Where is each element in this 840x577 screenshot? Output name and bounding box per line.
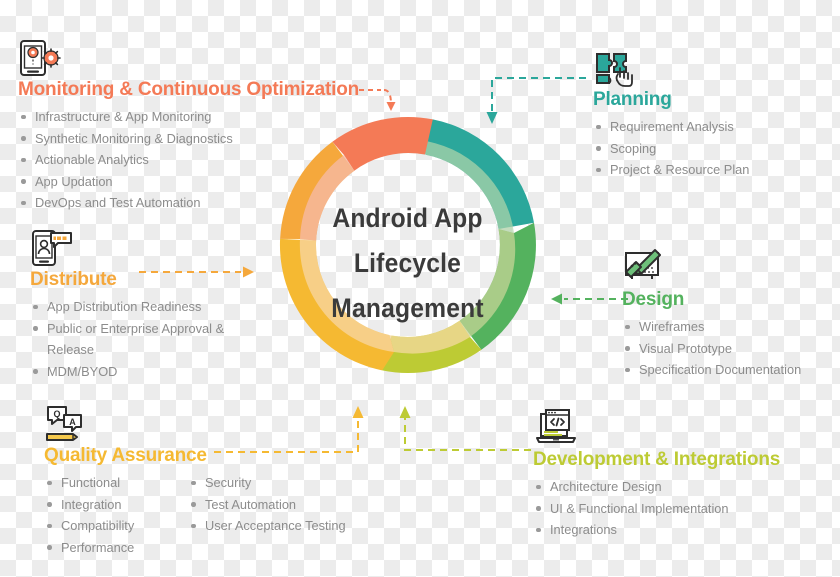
list-item: Requirement Analysis xyxy=(593,116,749,138)
list-item: Compatibility xyxy=(44,515,170,537)
connector-monitoring xyxy=(359,89,396,111)
list-item: Actionable Analytics xyxy=(18,149,359,171)
section-title-distribute: Distribute xyxy=(30,269,117,290)
list-item-continuation: Release xyxy=(47,342,94,357)
list-item: Functional xyxy=(44,472,170,494)
list-item: Infrastructure & App Monitoring xyxy=(18,106,359,128)
section-title-planning: Planning xyxy=(593,89,672,110)
svg-text:Q: Q xyxy=(53,409,60,419)
qa-bubbles-pencil-icon: Q A xyxy=(44,404,90,444)
section-title-design: Design xyxy=(622,289,685,310)
connector-planning xyxy=(486,77,586,124)
list-item: Security xyxy=(188,472,346,494)
bullet-list-planning: Requirement Analysis Scoping Project & R… xyxy=(593,116,749,181)
list-item: Project & Resource Plan xyxy=(593,159,749,181)
list-item: Test Automation xyxy=(188,494,346,516)
svg-text:A: A xyxy=(69,417,76,427)
list-item: DevOps and Test Automation xyxy=(18,192,359,214)
list-item: App Distribution Readiness xyxy=(30,296,270,318)
phone-gears-icon xyxy=(18,38,64,78)
section-quality: Q A Quality Assurance Functional Integra… xyxy=(44,404,346,558)
puzzle-hand-icon xyxy=(593,48,639,88)
connector-development xyxy=(399,406,531,451)
bullet-list-quality-col1: Functional Integration Compatibility Per… xyxy=(44,472,170,558)
list-item: Visual Prototype xyxy=(622,338,801,360)
list-item: Scoping xyxy=(593,138,749,160)
list-item: Specification Documentation xyxy=(622,359,801,381)
list-item: Integration xyxy=(44,494,170,516)
list-item: User Acceptance Testing xyxy=(188,515,346,537)
list-item: UI & Functional Implementation xyxy=(533,498,780,520)
list-item: MDM/BYOD xyxy=(30,361,270,383)
bullet-list-quality-col2: Security Test Automation User Acceptance… xyxy=(188,472,346,558)
bullet-list-monitoring: Infrastructure & App Monitoring Syntheti… xyxy=(18,106,359,214)
list-item: Public or Enterprise Approval & xyxy=(30,318,270,340)
list-item: Synthetic Monitoring & Diagnostics xyxy=(18,128,359,150)
bullet-list-design: Wireframes Visual Prototype Specificatio… xyxy=(622,316,801,381)
list-item: App Updation xyxy=(18,171,359,193)
section-monitoring: Monitoring & Continuous Optimization Inf… xyxy=(18,38,359,214)
connector-design xyxy=(551,293,628,305)
section-title-monitoring: Monitoring & Continuous Optimization xyxy=(18,79,360,100)
bullet-list-distribute: App Distribution Readiness Public or Ent… xyxy=(30,296,270,382)
infographic-canvas: Android App Lifecycle Management Monitor… xyxy=(0,0,840,577)
list-item: Architecture Design xyxy=(533,476,780,498)
list-item: Performance xyxy=(44,537,170,559)
section-title-quality: Quality Assurance xyxy=(44,445,207,466)
ring-center-title: Android App Lifecycle Management xyxy=(265,196,550,331)
section-planning: Planning Requirement Analysis Scoping Pr… xyxy=(593,48,749,181)
section-development: Development & Integrations Architecture … xyxy=(533,408,780,541)
pencil-ruler-board-icon xyxy=(622,248,668,288)
section-title-development: Development & Integrations xyxy=(533,449,781,470)
list-item: Wireframes xyxy=(622,316,801,338)
list-item: Integrations xyxy=(533,519,780,541)
center-line-3: Management xyxy=(331,293,484,323)
bullet-list-development: Architecture Design UI & Functional Impl… xyxy=(533,476,780,541)
section-design: Design Wireframes Visual Prototype Speci… xyxy=(622,248,801,381)
center-line-2: Lifecycle xyxy=(353,248,462,278)
laptop-code-icon xyxy=(533,408,579,448)
section-distribute: Distribute App Distribution Readiness Pu… xyxy=(30,228,270,382)
phone-share-icon xyxy=(30,228,76,268)
